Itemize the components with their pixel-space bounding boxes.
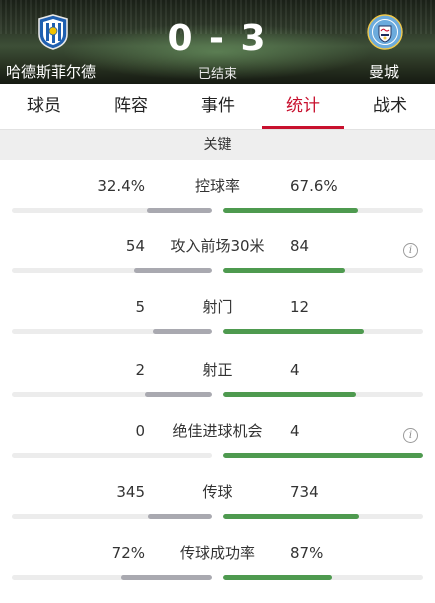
stat-label: 绝佳进球机会 (172, 422, 263, 440)
away-bar-track (223, 329, 423, 334)
away-bar-fill (223, 453, 423, 458)
home-bar-track (12, 329, 212, 334)
stat-row-big-chances: 0 绝佳进球机会 4 i (0, 421, 435, 481)
info-icon[interactable]: i (403, 243, 418, 258)
home-bar-track (12, 392, 212, 397)
away-stat-value: 734 (290, 483, 319, 501)
away-stat-value: 4 (290, 422, 300, 440)
stat-label: 射门 (202, 298, 233, 316)
tab-tactics[interactable]: 战术 (350, 84, 430, 129)
away-bar-fill (223, 392, 357, 397)
home-bar-fill (121, 575, 212, 580)
home-team-name[interactable]: 哈德斯菲尔德 (6, 61, 96, 82)
away-bar-fill (223, 268, 345, 273)
home-bar-track (12, 575, 212, 580)
home-bar-fill (153, 329, 212, 334)
match-header: 0 - 3 已结束 哈德斯菲尔德 曼城 (0, 0, 435, 84)
away-bar-fill (223, 514, 359, 519)
stat-label: 传球成功率 (179, 544, 255, 562)
away-stat-value: 12 (290, 298, 310, 316)
away-bar-fill (223, 575, 333, 580)
away-team-name[interactable]: 曼城 (369, 61, 399, 82)
away-bar-track (223, 268, 423, 273)
home-bar-fill (133, 268, 212, 273)
stat-label: 控球率 (194, 177, 240, 195)
away-bar-fill (223, 329, 365, 334)
section-header-key: 关键 (0, 130, 435, 160)
away-bar-track (223, 453, 423, 458)
info-icon[interactable]: i (403, 428, 418, 443)
active-tab-indicator (262, 126, 344, 129)
stat-row-final-third-entries: 54 攻入前场30米 84 i (0, 236, 435, 296)
stat-row-shots: 5 射门 12 (0, 297, 435, 357)
manchester-city-crest-icon[interactable] (367, 14, 403, 50)
away-bar-track (223, 208, 423, 213)
stat-row-possession: 32.4% 控球率 67.6% (0, 176, 435, 236)
tab-players[interactable]: 球员 (4, 84, 84, 129)
tab-events[interactable]: 事件 (178, 84, 258, 129)
away-bar-track (223, 575, 423, 580)
home-bar-fill (145, 392, 212, 397)
home-bar-fill (148, 514, 212, 519)
tab-bar: 球员 阵容 事件 统计 战术 (0, 84, 435, 130)
home-bar-fill (147, 208, 212, 213)
away-stat-value: 87% (290, 544, 324, 562)
away-stat-value: 4 (290, 361, 300, 379)
stat-label: 传球 (202, 483, 233, 501)
away-bar-track (223, 514, 423, 519)
tab-stats[interactable]: 统计 (263, 84, 343, 129)
tab-lineup[interactable]: 阵容 (91, 84, 171, 129)
away-bar-track (223, 392, 423, 397)
away-stat-value: 67.6% (290, 177, 338, 195)
stat-row-passes: 345 传球 734 (0, 482, 435, 542)
home-bar-track (12, 268, 212, 273)
stat-row-shots-on-target: 2 射正 4 (0, 360, 435, 420)
away-stat-value: 84 (290, 237, 310, 255)
home-bar-track (12, 514, 212, 519)
away-bar-fill (223, 208, 359, 213)
home-bar-track (12, 453, 212, 458)
home-bar-track (12, 208, 212, 213)
stat-row-pass-accuracy: 72% 传球成功率 87% (0, 543, 435, 603)
stat-label: 攻入前场30米 (170, 237, 265, 255)
stat-label: 射正 (202, 361, 233, 379)
